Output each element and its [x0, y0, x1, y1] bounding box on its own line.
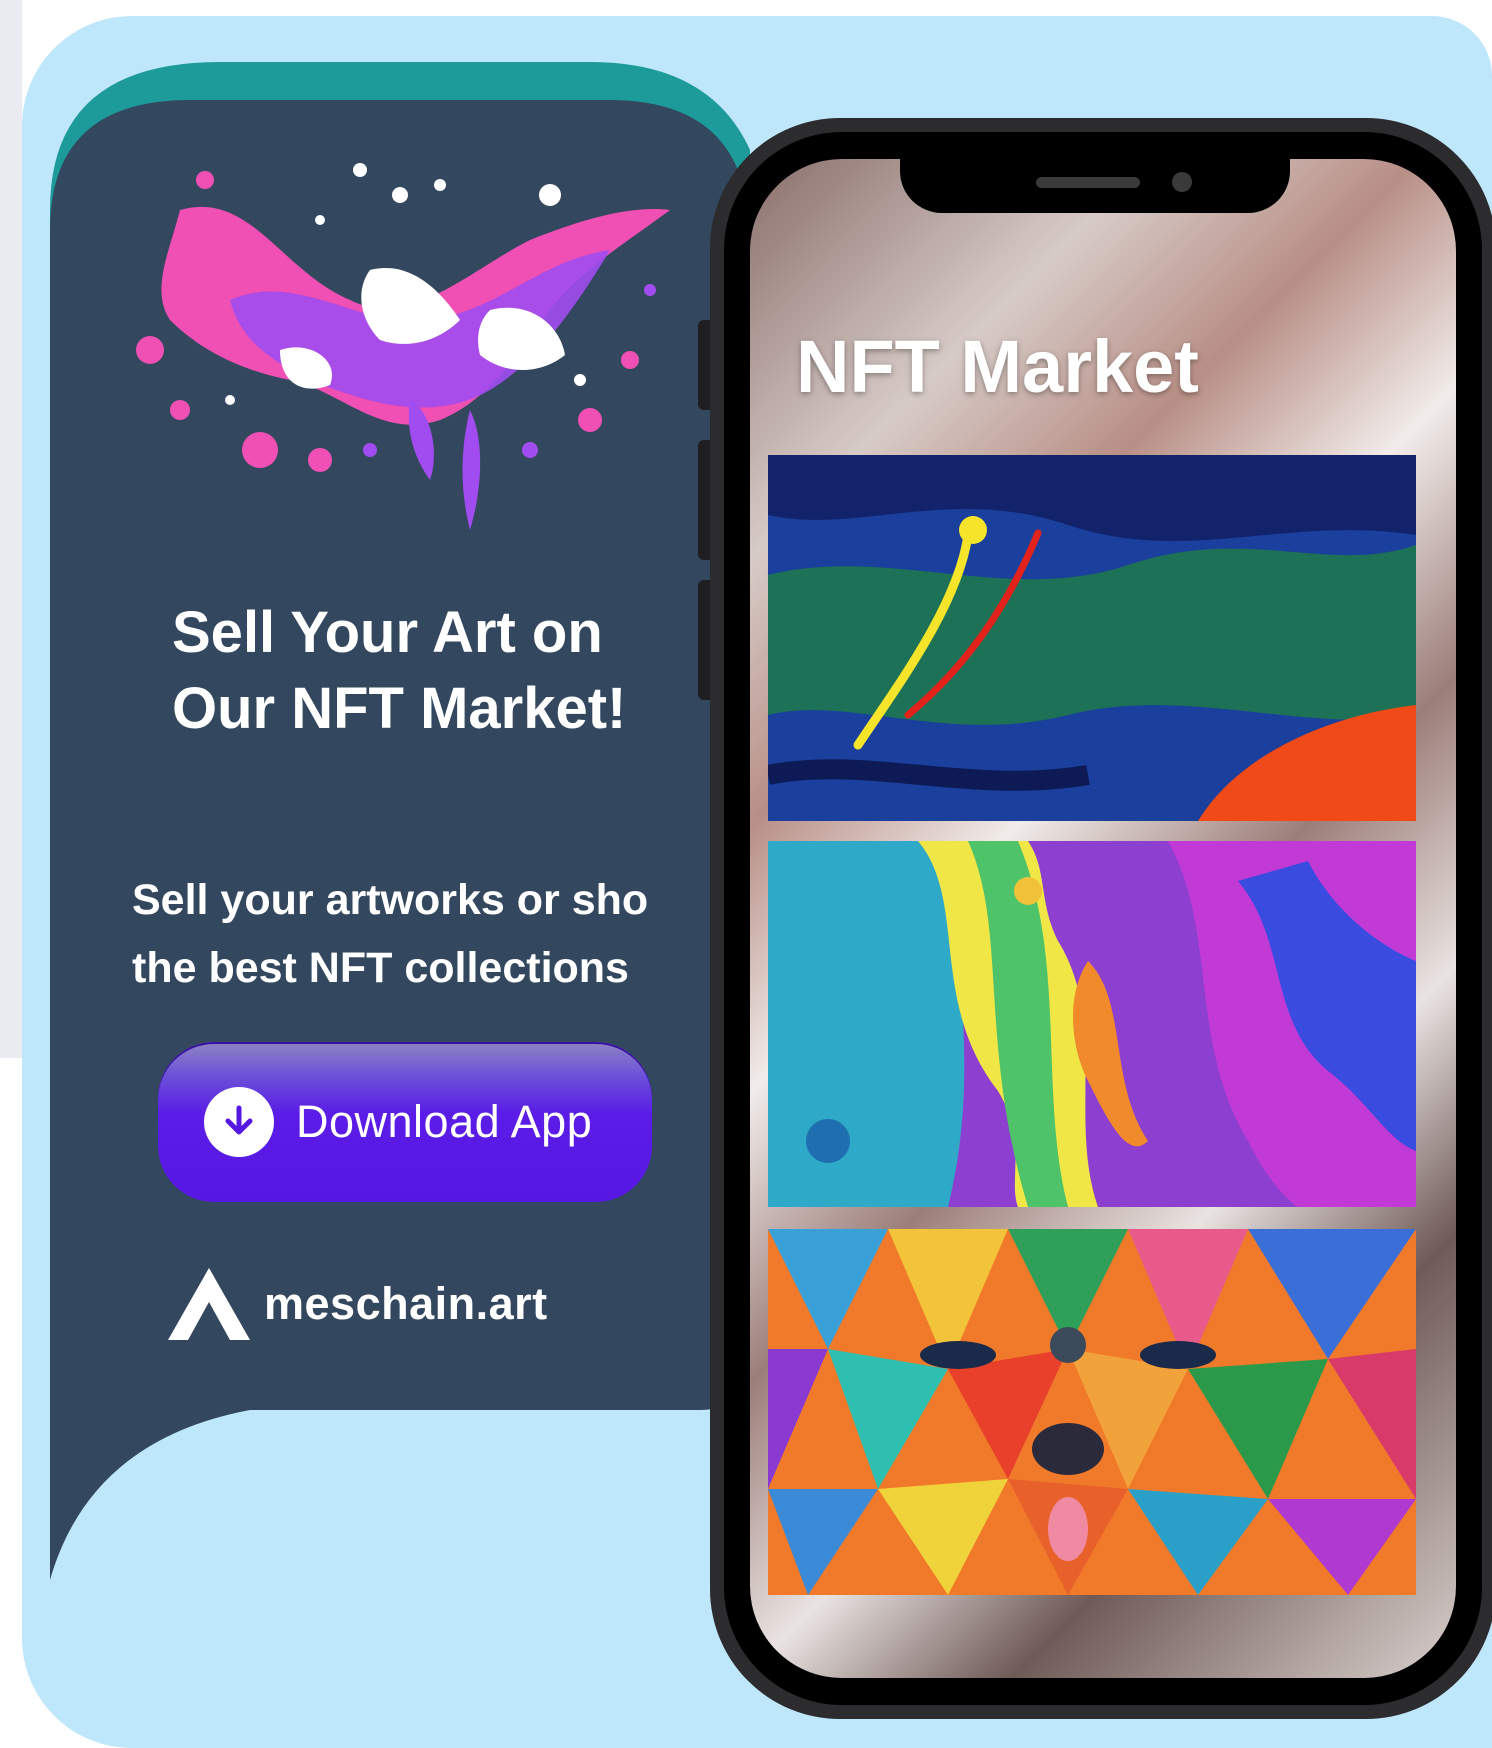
left-edge-strip [0, 0, 22, 1058]
promo-subline-line-1: Sell your artworks or sho [132, 876, 649, 924]
promo-card: Sell Your Art on Our NFT Market! Sell yo… [22, 16, 1492, 1748]
artwork-tile-3[interactable] [768, 1229, 1416, 1595]
download-arrow-icon [204, 1087, 274, 1157]
promo-subline: Sell your artworks or sho the best NFT c… [132, 866, 742, 1006]
brand-logo: meschain.art [168, 1268, 548, 1340]
paint-splash-illustration [136, 163, 670, 530]
download-app-button[interactable]: Download App [158, 1042, 652, 1202]
screen-title: NFT Market [796, 325, 1199, 408]
phone-bezel: NFT Market [724, 132, 1482, 1705]
download-app-label: Download App [296, 1096, 593, 1147]
promo-subline-line-2: the best NFT collections [132, 944, 629, 992]
phone-mockup: NFT Market [710, 118, 1492, 1719]
meschain-logo-icon [168, 1268, 250, 1340]
camera-icon [1172, 172, 1192, 192]
speaker-grille [1036, 177, 1140, 188]
promo-headline: Sell Your Art on Our NFT Market! [172, 600, 627, 741]
phone-notch [900, 159, 1290, 213]
artwork-tile-2[interactable] [768, 841, 1416, 1207]
promo-panel: Sell Your Art on Our NFT Market! Sell yo… [50, 40, 1492, 1748]
artwork-tile-1[interactable] [768, 455, 1416, 821]
brand-name: meschain.art [264, 1278, 548, 1329]
phone-screen: NFT Market [750, 159, 1456, 1678]
